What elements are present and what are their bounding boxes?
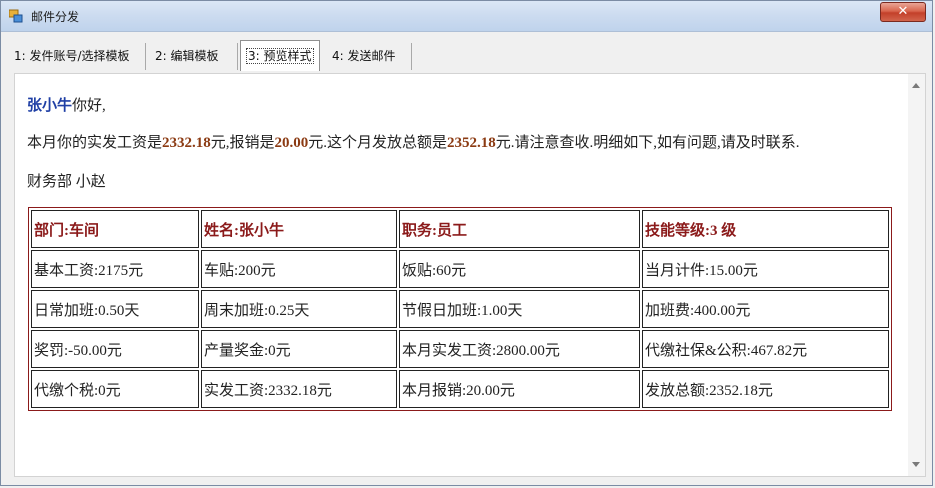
table-cell: 基本工资:2175元: [31, 250, 199, 288]
close-icon: ✕: [897, 4, 909, 19]
table-row: 奖罚:-50.00元 产量奖金:0元 本月实发工资:2800.00元 代缴社保&…: [31, 330, 889, 368]
scroll-up-arrow-icon[interactable]: [912, 83, 920, 88]
tab-label: 2: 编辑模板: [155, 49, 219, 63]
table-cell: 本月实发工资:2800.00元: [399, 330, 640, 368]
table-cell: 奖罚:-50.00元: [31, 330, 199, 368]
table-cell: 技能等级:3 级: [642, 210, 889, 248]
table-row: 日常加班:0.50天 周末加班:0.25天 节假日加班:1.00天 加班费:40…: [31, 290, 889, 328]
main-window: 邮件分发 ✕ 1: 发件账号/选择模板 2: 编辑模板 3: 预览样式 4: 发…: [0, 0, 933, 486]
summary-text: 元.这个月发放总额是: [308, 135, 448, 151]
mail-app-icon: [9, 9, 23, 23]
table-row: 部门:车间 姓名:张小牛 职务:员工 技能等级:3 级: [31, 210, 889, 248]
table-row: 基本工资:2175元 车贴:200元 饭贴:60元 当月计件:15.00元: [31, 250, 889, 288]
table-cell: 姓名:张小牛: [201, 210, 397, 248]
scroll-down-arrow-icon[interactable]: [912, 462, 920, 467]
tab-preview-style[interactable]: 3: 预览样式: [240, 40, 320, 71]
tab-account-template[interactable]: 1: 发件账号/选择模板: [8, 43, 146, 70]
reimbursement-amount: 20.00: [274, 135, 309, 151]
table-cell: 部门:车间: [31, 210, 199, 248]
title-bar: 邮件分发 ✕: [1, 1, 932, 32]
salary-detail-table: 部门:车间 姓名:张小牛 职务:员工 技能等级:3 级 基本工资:2175元 车…: [28, 207, 892, 411]
table-cell: 当月计件:15.00元: [642, 250, 889, 288]
vertical-scrollbar[interactable]: [908, 74, 925, 476]
summary-line: 本月你的实发工资是2332.18元,报销是20.00元.这个月发放总额是2352…: [27, 131, 800, 152]
tab-label: 4: 发送邮件: [332, 49, 396, 63]
table-cell: 节假日加班:1.00天: [399, 290, 640, 328]
table-cell: 代缴社保&公积:467.82元: [642, 330, 889, 368]
table-cell: 本月报销:20.00元: [399, 370, 640, 408]
signature: 财务部 小赵: [27, 174, 106, 190]
total-amount: 2352.18: [447, 135, 496, 151]
table-row: 代缴个税:0元 实发工资:2332.18元 本月报销:20.00元 发放总额:2…: [31, 370, 889, 408]
window-title: 邮件分发: [31, 10, 80, 24]
preview-content: 张小牛你好, 本月你的实发工资是2332.18元,报销是20.00元.这个月发放…: [15, 74, 908, 476]
table-cell: 加班费:400.00元: [642, 290, 889, 328]
table-cell: 饭贴:60元: [399, 250, 640, 288]
table-cell: 周末加班:0.25天: [201, 290, 397, 328]
summary-text: 本月你的实发工资是: [27, 135, 163, 151]
summary-text: 元.请注意查收.明细如下,如有问题,请及时联系.: [495, 135, 800, 151]
table-cell: 实发工资:2332.18元: [201, 370, 397, 408]
table-cell: 发放总额:2352.18元: [642, 370, 889, 408]
table-cell: 职务:员工: [399, 210, 640, 248]
tab-edit-template[interactable]: 2: 编辑模板: [149, 43, 238, 70]
table-cell: 代缴个税:0元: [31, 370, 199, 408]
recipient-name: 张小牛: [27, 98, 73, 114]
salary-amount: 2332.18: [162, 135, 211, 151]
summary-text: 元,报销是: [210, 135, 275, 151]
tab-send-mail[interactable]: 4: 发送邮件: [326, 43, 412, 70]
preview-panel: 张小牛你好, 本月你的实发工资是2332.18元,报销是20.00元.这个月发放…: [14, 73, 926, 477]
table-cell: 车贴:200元: [201, 250, 397, 288]
tab-label: 1: 发件账号/选择模板: [14, 49, 130, 63]
greeting-suffix: 你好,: [72, 98, 106, 114]
close-button[interactable]: ✕: [880, 2, 926, 22]
table-cell: 日常加班:0.50天: [31, 290, 199, 328]
tab-label: 3: 预览样式: [246, 48, 314, 64]
table-cell: 产量奖金:0元: [201, 330, 397, 368]
greeting-line: 张小牛你好,: [27, 94, 106, 115]
